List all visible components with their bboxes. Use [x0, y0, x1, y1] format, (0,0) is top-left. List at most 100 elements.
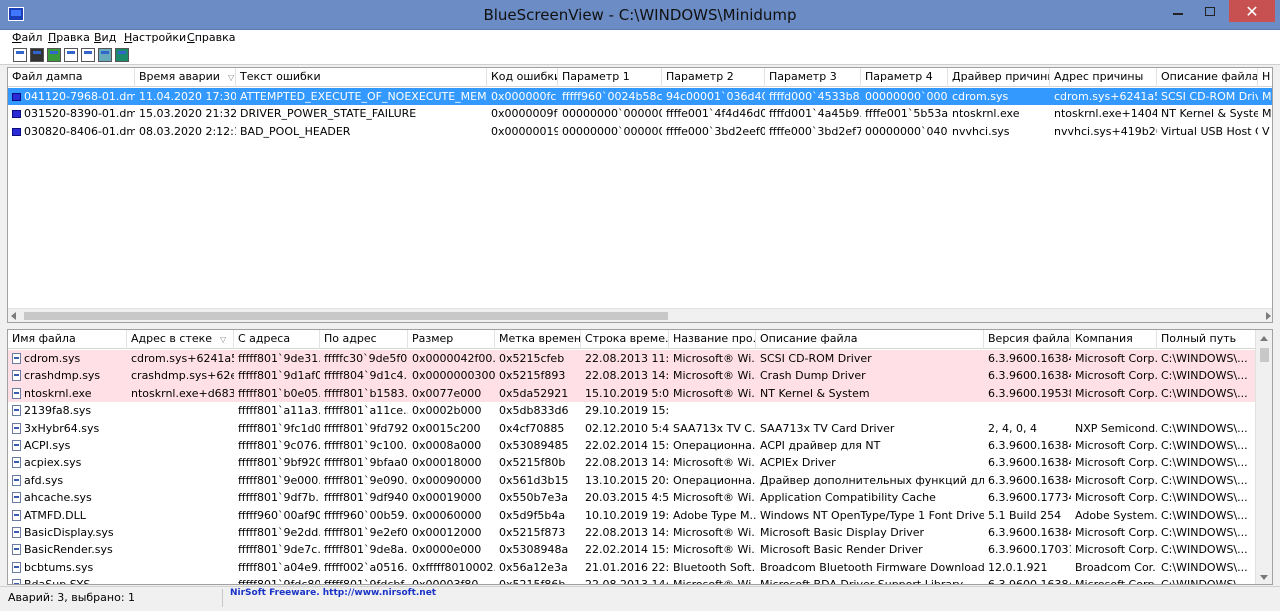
- cell-text: 5.1 Build 254: [988, 508, 1062, 522]
- menu-file[interactable]: Файл: [12, 31, 42, 44]
- toolbar: [0, 46, 1280, 65]
- column-header[interactable]: Драйвер причины: [948, 68, 1050, 87]
- column-header[interactable]: Версия файла: [984, 330, 1071, 349]
- scroll-thumb[interactable]: [1260, 348, 1269, 362]
- close-button[interactable]: ✕: [1229, 0, 1275, 22]
- table-row[interactable]: ATMFD.DLL fffff960`00af90... fffff960`00b5…: [8, 507, 1272, 524]
- column-header[interactable]: Компания: [1071, 330, 1157, 349]
- table-row[interactable]: cdrom.sys cdrom.sys+6241a5... fffff801`9de…: [8, 350, 1272, 368]
- table-row[interactable]: 041120-7968-01.dmp 11.04.2020 17:30:39 ATT…: [8, 88, 1272, 106]
- dump-list[interactable]: Файл дампа Время аварии ▽ Текст ошибки Код о…: [7, 67, 1273, 323]
- cell-text: Microsoft Basic Render Driver: [760, 543, 923, 557]
- save-icon[interactable]: [30, 48, 44, 62]
- menu-view[interactable]: Вид: [94, 31, 116, 44]
- table-cell: BAD_POOL_HEADER: [236, 123, 487, 140]
- column-header-label: Адрес в стеке: [131, 332, 213, 345]
- exit-icon[interactable]: [115, 48, 129, 62]
- properties-icon[interactable]: [13, 48, 27, 62]
- column-header[interactable]: Параметр 4: [861, 68, 948, 87]
- find-icon[interactable]: [98, 48, 112, 62]
- table-cell: [1157, 402, 1257, 419]
- table-row[interactable]: 031520-8390-01.dmp 15.03.2020 21:32:32 DRI…: [8, 105, 1272, 122]
- vertical-scrollbar[interactable]: [1255, 330, 1272, 584]
- column-header[interactable]: Описание файла: [756, 330, 984, 349]
- table-cell: NT Kernel & System: [1157, 105, 1258, 122]
- menu-settings[interactable]: Настройки: [124, 31, 186, 44]
- table-cell: C:\WINDOWS\...: [1157, 385, 1257, 402]
- column-header[interactable]: Текст ошибки: [236, 68, 487, 87]
- horizontal-scrollbar[interactable]: [8, 308, 1272, 322]
- table-row[interactable]: crashdmp.sys crashdmp.sys+62e... fffff801`…: [8, 367, 1272, 385]
- column-header[interactable]: Адрес в стеке ▽: [127, 330, 234, 349]
- table-cell: [984, 402, 1071, 419]
- column-header[interactable]: Параметр 3: [765, 68, 861, 87]
- table-cell: C:\WINDOWS\...: [1157, 489, 1257, 506]
- column-header[interactable]: Метка времени: [495, 330, 581, 349]
- table-cell: Microsoft® Wi...: [669, 454, 756, 471]
- minimize-button[interactable]: [1163, 0, 1193, 22]
- column-header[interactable]: Имя файла: [8, 330, 127, 349]
- table-cell: 00000000`00000003: [558, 105, 662, 122]
- column-header[interactable]: Описание файла: [1157, 68, 1258, 87]
- refresh-icon[interactable]: [47, 48, 61, 62]
- driver-list[interactable]: Имя файла Адрес в стеке ▽ С адреса По адрес Р…: [7, 329, 1273, 585]
- cell-text: nvvhci.sys: [952, 124, 1010, 138]
- table-cell: acpiex.sys: [8, 454, 127, 471]
- table-cell: 3xHybr64.sys: [8, 420, 127, 437]
- menu-help[interactable]: Справка: [187, 31, 235, 44]
- driver-file-icon: [12, 561, 21, 573]
- cell-text: 00000000`040...: [865, 124, 948, 138]
- column-header[interactable]: Параметр 1: [558, 68, 662, 87]
- column-header[interactable]: Название про...: [669, 330, 756, 349]
- cell-text: fffff801`9e000...: [238, 473, 320, 487]
- menu-edit[interactable]: Правка: [48, 31, 90, 44]
- table-cell: ACPI.sys: [8, 437, 127, 454]
- table-cell: 0x0002b000: [408, 402, 495, 419]
- column-header[interactable]: Размер: [408, 330, 495, 349]
- table-row[interactable]: ntoskrnl.exe ntoskrnl.exe+d683c fffff801`b…: [8, 384, 1272, 403]
- scroll-down-icon[interactable]: [1260, 575, 1268, 580]
- scroll-left-icon[interactable]: [11, 312, 16, 320]
- scroll-up-icon[interactable]: [1260, 336, 1268, 341]
- column-header[interactable]: Код ошибки: [487, 68, 558, 87]
- options-icon[interactable]: [81, 48, 95, 62]
- cell-text: 2139fa8.sys: [24, 404, 92, 418]
- table-cell: fffff801`9de31...: [234, 350, 320, 367]
- table-row[interactable]: acpiex.sys fffff801`9bf920... fffff801`9bf…: [8, 454, 1272, 471]
- nirsoft-link[interactable]: NirSoft Freeware. http://www.nirsoft.net: [230, 588, 436, 598]
- table-row[interactable]: BasicRender.sys fffff801`9de7c... fffff801…: [8, 541, 1272, 558]
- column-header[interactable]: Файл дампа: [8, 68, 135, 87]
- column-header[interactable]: Н: [1258, 68, 1272, 87]
- column-header[interactable]: Параметр 2: [662, 68, 765, 87]
- table-cell: nvvhci.sys+419b26...: [1050, 123, 1157, 140]
- table-row[interactable]: BdaSup.SYS fffff801`9fdc80... fffff801`9fd…: [8, 576, 1272, 585]
- table-row[interactable]: bcbtums.sys fffff801`a04e9... fffff002`a05…: [8, 559, 1272, 576]
- column-header[interactable]: Строка време...: [581, 330, 669, 349]
- table-row[interactable]: ahcache.sys fffff801`9df7b... fffff801`9df…: [8, 489, 1272, 506]
- table-cell: Microsoft Corp...: [1071, 489, 1157, 506]
- column-header-label: Метка времени: [499, 332, 581, 345]
- scroll-thumb[interactable]: [24, 312, 668, 320]
- table-row[interactable]: 2139fa8.sys fffff801`a11a3... fffff801`a11…: [8, 402, 1272, 419]
- table-row[interactable]: 030820-8406-01.dmp 08.03.2020 2:12:14 BAD_…: [8, 123, 1272, 140]
- cell-text: 6.3.9600.16384...: [988, 578, 1071, 585]
- table-row[interactable]: afd.sys fffff801`9e000... fffff801`9e090..…: [8, 472, 1272, 489]
- table-cell: fffff801`9fdc80...: [234, 576, 320, 584]
- table-cell: ntoskrnl.exe+d683c: [127, 385, 234, 402]
- column-header[interactable]: По адрес: [320, 330, 408, 349]
- column-header[interactable]: Время аварии ▽: [135, 68, 236, 87]
- column-header[interactable]: С адреса: [234, 330, 320, 349]
- table-row[interactable]: BasicDisplay.sys fffff801`9e2dd... fffff80…: [8, 524, 1272, 541]
- table-row[interactable]: ACPI.sys fffff801`9c076... fffff801`9c100.…: [8, 437, 1272, 454]
- column-header[interactable]: Полный путь: [1157, 330, 1257, 349]
- cell-text: Microsoft Corp...: [1075, 386, 1157, 400]
- scroll-right-icon[interactable]: [1266, 312, 1271, 320]
- table-cell: 0x00012000: [408, 524, 495, 541]
- maximize-button[interactable]: [1195, 0, 1225, 22]
- cell-text: fffff801`9e2dd...: [238, 525, 320, 539]
- copy-icon[interactable]: [64, 48, 78, 62]
- table-cell: 0x00019000: [408, 489, 495, 506]
- column-header[interactable]: Адрес причины: [1050, 68, 1157, 87]
- table-row[interactable]: 3xHybr64.sys fffff801`9fc1d0... fffff801`9…: [8, 420, 1272, 437]
- cell-text: ntoskrnl.exe+1404a0: [1054, 107, 1157, 121]
